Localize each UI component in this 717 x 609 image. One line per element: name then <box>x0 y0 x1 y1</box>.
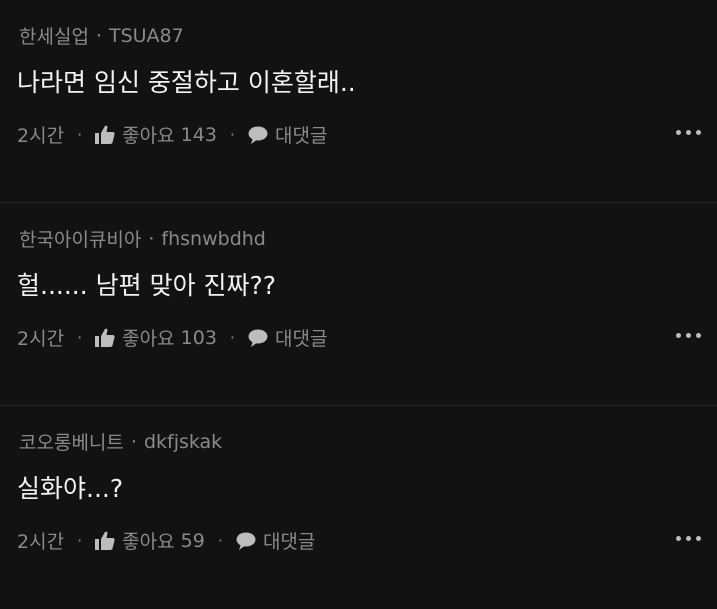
like-count: 103 <box>180 326 217 349</box>
author-company[interactable]: 한국아이큐비아 <box>19 225 141 252</box>
comment-meta: 한국아이큐비아 · fhsnwbdhd <box>19 225 266 252</box>
thumbs-up-icon <box>95 328 115 347</box>
like-label: 좋아요 <box>122 328 175 350</box>
more-options-button[interactable] <box>676 536 701 541</box>
like-button[interactable]: 좋아요 59 <box>95 527 205 554</box>
comment-text: 나라면 임신 중절하고 이혼할래.. <box>17 68 356 97</box>
action-separator: · <box>77 328 83 347</box>
comment-meta: 코오롱베니트 · dkfjskak <box>19 428 222 455</box>
more-options-icon <box>676 130 681 135</box>
action-separator: · <box>229 328 236 347</box>
author-username[interactable]: TSUA87 <box>109 25 184 47</box>
reply-label: 대댓글 <box>275 328 328 350</box>
like-count: 59 <box>180 529 205 552</box>
comment-text: 헐...... 남편 맞아 진짜?? <box>17 271 277 300</box>
more-options-button[interactable] <box>676 130 701 135</box>
author-company[interactable]: 한세실업 <box>19 22 89 49</box>
speech-bubble-icon <box>236 532 256 550</box>
like-count: 143 <box>180 123 217 146</box>
speech-bubble-icon <box>248 126 268 144</box>
comment-actions: 2시간 · 좋아요 59 · 대댓글 <box>17 527 315 554</box>
comment-item: 한세실업 · TSUA87 나라면 임신 중절하고 이혼할래.. 2시간 · 좋… <box>0 0 717 203</box>
comment-actions: 2시간 · 좋아요 143 · 대댓글 <box>17 121 327 148</box>
action-separator: · <box>77 125 83 144</box>
more-dot <box>696 333 701 338</box>
meta-separator: · <box>130 430 137 453</box>
more-dot <box>696 130 701 135</box>
author-username[interactable]: fhsnwbdhd <box>161 228 265 250</box>
reply-button[interactable]: 대댓글 <box>248 324 327 351</box>
like-label: 좋아요 <box>122 125 175 147</box>
more-dot <box>696 536 701 541</box>
more-dot <box>686 333 691 338</box>
reply-button[interactable]: 대댓글 <box>248 121 327 148</box>
like-label: 좋아요 <box>122 531 175 553</box>
action-separator: · <box>77 531 83 550</box>
comment-item: 코오롱베니트 · dkfjskak 실화야...? 2시간 · 좋아요 59 ·… <box>0 406 717 609</box>
meta-separator: · <box>148 227 155 250</box>
comment-meta: 한세실업 · TSUA87 <box>19 22 184 49</box>
more-dot <box>686 536 691 541</box>
comment-list: 한세실업 · TSUA87 나라면 임신 중절하고 이혼할래.. 2시간 · 좋… <box>0 0 717 609</box>
action-separator: · <box>217 531 223 550</box>
thumbs-up-icon <box>95 125 115 144</box>
thumbs-up-icon <box>95 531 115 550</box>
reply-label: 대댓글 <box>275 125 328 147</box>
more-options-icon <box>676 536 681 541</box>
comment-text: 실화야...? <box>17 474 124 503</box>
like-button[interactable]: 좋아요 103 <box>95 324 217 351</box>
more-dot <box>686 130 691 135</box>
comment-time: 2시간 <box>17 125 65 147</box>
author-username[interactable]: dkfjskak <box>144 431 222 453</box>
comment-time: 2시간 <box>17 531 65 553</box>
reply-label: 대댓글 <box>262 531 316 553</box>
reply-button[interactable]: 대댓글 <box>236 527 315 554</box>
author-company[interactable]: 코오롱베니트 <box>19 428 124 455</box>
meta-separator: · <box>95 24 102 47</box>
comment-item: 한국아이큐비아 · fhsnwbdhd 헐...... 남편 맞아 진짜?? 2… <box>0 203 717 406</box>
like-button[interactable]: 좋아요 143 <box>95 121 217 148</box>
action-separator: · <box>229 125 236 144</box>
comment-time: 2시간 <box>17 328 65 350</box>
speech-bubble-icon <box>248 329 268 347</box>
comment-actions: 2시간 · 좋아요 103 · 대댓글 <box>17 324 327 351</box>
more-options-button[interactable] <box>676 333 701 338</box>
more-options-icon <box>676 333 681 338</box>
